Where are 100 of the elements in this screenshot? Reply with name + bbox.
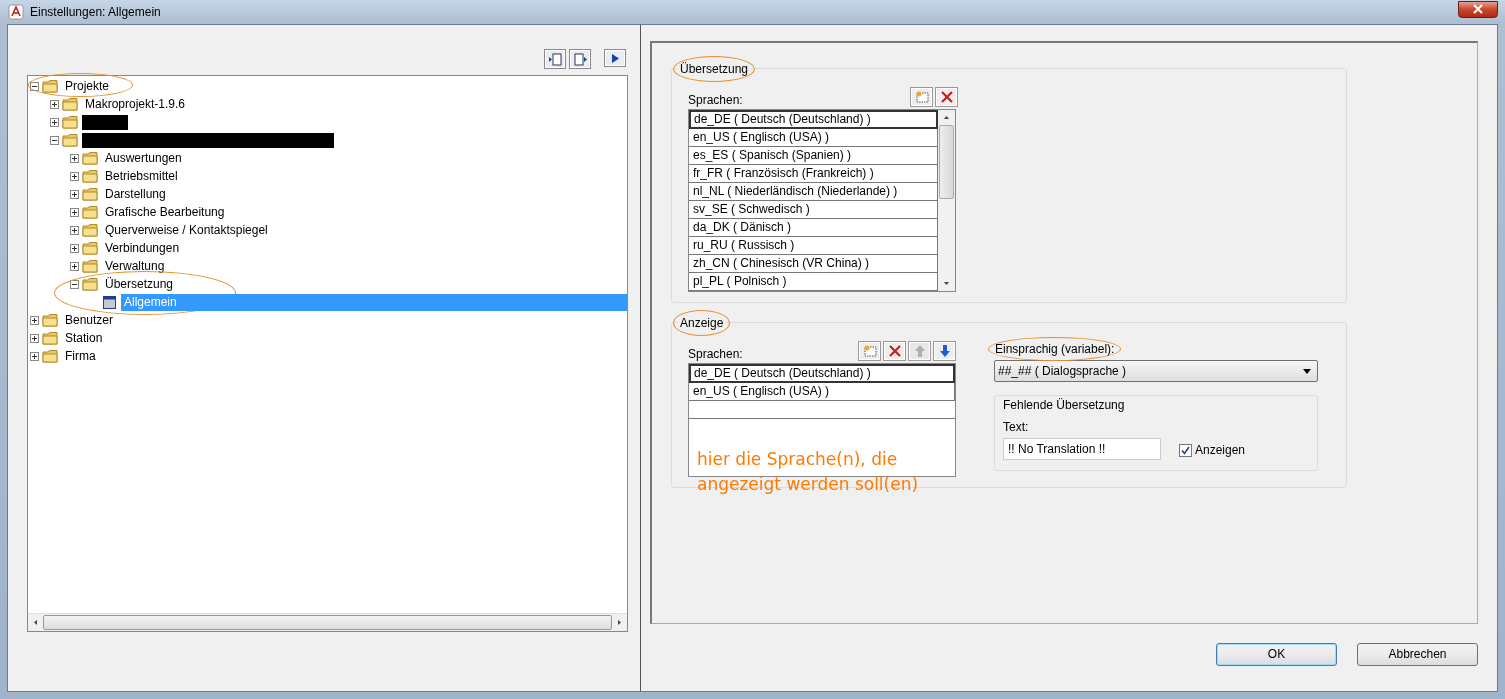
language-item[interactable]: de_DE ( Deutsch (Deutschland) ) bbox=[689, 110, 938, 129]
field-label: Text: bbox=[1003, 420, 1030, 434]
window-title: Einstellungen: Allgemein bbox=[30, 5, 161, 19]
tree-item[interactable]: Firma bbox=[62, 347, 99, 365]
plus-icon bbox=[70, 189, 79, 199]
scroll-thumb[interactable] bbox=[939, 125, 954, 199]
folder-icon bbox=[82, 240, 98, 256]
folder-icon bbox=[42, 312, 58, 328]
tree-item[interactable]: Makroprojekt-1.9.6 bbox=[82, 95, 189, 113]
expand-toggle[interactable] bbox=[70, 189, 79, 199]
language-item[interactable]: zh_CN ( Chinesisch (VR China) ) bbox=[689, 255, 938, 273]
plus-icon bbox=[70, 261, 79, 271]
tree-item[interactable]: Grafische Bearbeitung bbox=[102, 203, 228, 221]
expand-toggle[interactable] bbox=[70, 261, 79, 271]
tree-item[interactable]: Auswertungen bbox=[102, 149, 185, 167]
folder-icon bbox=[42, 348, 58, 364]
language-item[interactable]: da_DK ( Dänisch ) bbox=[689, 219, 938, 237]
plus-icon bbox=[50, 99, 59, 109]
plus-icon bbox=[70, 153, 79, 163]
plus-icon bbox=[70, 225, 79, 235]
language-dropdown[interactable]: ##_## ( Dialogsprache ) bbox=[994, 360, 1318, 382]
plus-icon bbox=[30, 351, 39, 361]
language-item[interactable]: en_US ( Englisch (USA) ) bbox=[689, 383, 955, 401]
expand-toggle[interactable] bbox=[30, 333, 39, 343]
group-title: Fehlende Übersetzung bbox=[1003, 398, 1126, 412]
collapse-toggle[interactable] bbox=[30, 81, 39, 91]
expand-toggle[interactable] bbox=[30, 351, 39, 361]
tree-tool-button[interactable] bbox=[569, 49, 591, 69]
scroll-thumb[interactable] bbox=[43, 615, 612, 630]
tree-item[interactable]: Benutzer bbox=[62, 311, 117, 329]
scroll-right-icon bbox=[616, 619, 623, 626]
scroll-down-icon bbox=[943, 280, 950, 287]
folder-icon bbox=[82, 204, 98, 220]
language-item[interactable]: de_DE ( Deutsch (Deutschland) ) bbox=[689, 364, 955, 383]
plus-icon bbox=[30, 333, 39, 343]
language-item[interactable]: es_ES ( Spanisch (Spanien) ) bbox=[689, 147, 938, 165]
expand-toggle[interactable] bbox=[50, 117, 59, 127]
checkmark-icon bbox=[1181, 445, 1190, 455]
group-title: Übersetzung bbox=[680, 62, 749, 76]
language-item[interactable]: en_US ( Englisch (USA) ) bbox=[689, 129, 938, 147]
tree-tool-button[interactable] bbox=[544, 49, 566, 69]
expand-toggle[interactable] bbox=[70, 153, 79, 163]
tree-item[interactable]: Übersetzung bbox=[102, 275, 177, 293]
folder-icon bbox=[42, 330, 58, 346]
language-item[interactable]: pl_PL ( Polnisch ) bbox=[689, 273, 938, 291]
collapse-toggle[interactable] bbox=[50, 135, 59, 145]
tree-item[interactable]: Darstellung bbox=[102, 185, 169, 203]
collapse-toggle[interactable] bbox=[70, 279, 79, 289]
field-label: Einsprachig (variabel): bbox=[995, 342, 1115, 356]
language-item[interactable]: fr_FR ( Französisch (Frankreich) ) bbox=[689, 165, 938, 183]
folder-icon bbox=[62, 132, 78, 148]
plus-icon bbox=[30, 315, 39, 325]
folder-icon bbox=[82, 168, 98, 184]
plus-icon bbox=[70, 171, 79, 181]
close-button[interactable] bbox=[1458, 0, 1498, 18]
dialog-button[interactable]: OK bbox=[1216, 642, 1337, 666]
horizontal-scrollbar[interactable] bbox=[28, 613, 627, 631]
expand-toggle[interactable] bbox=[70, 171, 79, 181]
scroll-left-icon bbox=[32, 619, 39, 626]
expand-toggle[interactable] bbox=[70, 243, 79, 253]
minus-icon bbox=[70, 279, 79, 289]
expand-toggle[interactable] bbox=[50, 99, 59, 109]
folder-icon bbox=[42, 78, 58, 94]
expand-toggle[interactable] bbox=[30, 315, 39, 325]
close-icon bbox=[1473, 4, 1483, 14]
tree-item[interactable]: Verbindungen bbox=[102, 239, 183, 257]
tree-item[interactable]: Station bbox=[62, 329, 106, 347]
text-field[interactable]: !! No Translation !! bbox=[1003, 438, 1161, 460]
expand-toggle[interactable] bbox=[70, 225, 79, 235]
list-label: Sprachen: bbox=[688, 347, 743, 361]
plus-icon bbox=[70, 243, 79, 253]
minus-icon bbox=[30, 81, 39, 91]
language-item[interactable]: ru_RU ( Russisch ) bbox=[689, 237, 938, 255]
folder-icon bbox=[62, 114, 78, 130]
list-label: Sprachen: bbox=[688, 93, 743, 107]
vertical-scrollbar[interactable] bbox=[938, 110, 955, 291]
scroll-up-icon bbox=[943, 114, 950, 121]
panel-arrow-icon bbox=[547, 51, 563, 67]
folder-icon bbox=[82, 186, 98, 202]
expand-toggle[interactable] bbox=[70, 207, 79, 217]
dropdown-arrow-icon bbox=[1303, 368, 1311, 374]
tree-item[interactable]: Projekte bbox=[62, 77, 113, 95]
tree-item[interactable]: Verwaltung bbox=[102, 257, 168, 275]
plus-icon bbox=[70, 207, 79, 217]
tree-item[interactable]: Betriebsmittel bbox=[102, 167, 181, 185]
annotation-text: hier die Sprache(n), die angezeigt werden soll(en) bbox=[696, 448, 920, 496]
checkbox-label[interactable]: Anzeigen bbox=[1195, 443, 1246, 457]
folder-icon bbox=[82, 276, 98, 292]
folder-icon bbox=[62, 96, 78, 112]
dialog-button[interactable]: Abbrechen bbox=[1357, 642, 1478, 666]
app-icon bbox=[8, 4, 24, 20]
folder-icon bbox=[82, 222, 98, 238]
checkbox[interactable] bbox=[1179, 443, 1192, 457]
language-item[interactable]: sv_SE ( Schwedisch ) bbox=[689, 201, 938, 219]
minus-icon bbox=[50, 135, 59, 145]
language-item[interactable]: nl_NL ( Niederländisch (Niederlande) ) bbox=[689, 183, 938, 201]
tree-item[interactable]: Querverweise / Kontaktspiegel bbox=[102, 221, 271, 239]
group-title: Anzeige bbox=[680, 316, 724, 330]
folder-icon bbox=[82, 150, 98, 166]
tree-tool-button[interactable] bbox=[604, 49, 626, 67]
